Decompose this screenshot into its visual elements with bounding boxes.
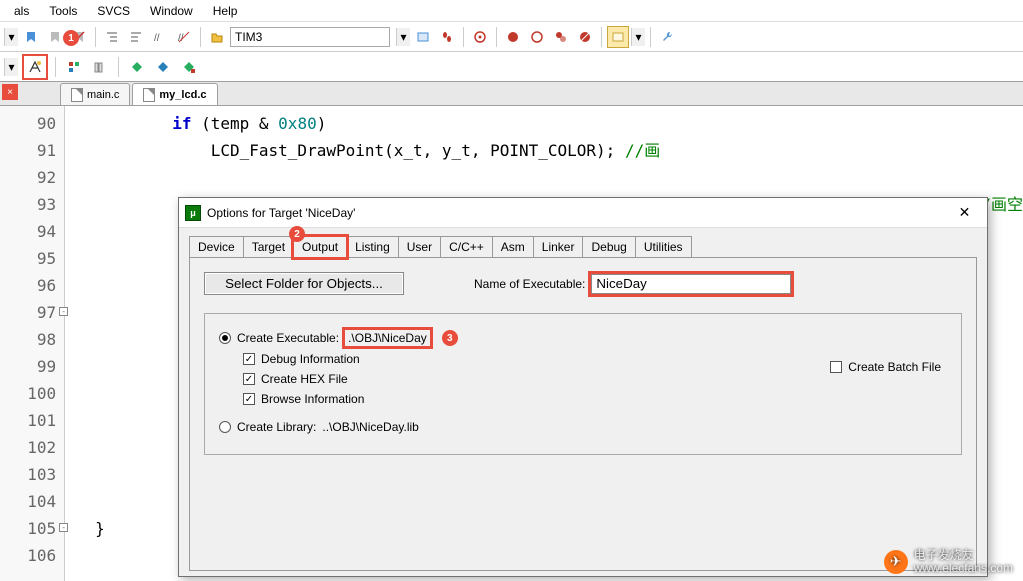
debug-icon[interactable]: [469, 26, 491, 48]
toolbar-separator: [650, 27, 651, 47]
breakpoint-icon[interactable]: [502, 26, 524, 48]
callout-2: 2: [289, 226, 305, 242]
file-tab-label: main.c: [87, 89, 119, 101]
batch-file-check[interactable]: Create Batch File: [830, 360, 941, 374]
hex-file-check[interactable]: ✓ Create HEX File: [243, 372, 947, 386]
build-toolbar: ▾: [0, 52, 1023, 82]
create-lib-path: ..\OBJ\NiceDay.lib: [322, 420, 418, 434]
dialog-tabs: Device Target 2 Output Listing User C/C+…: [189, 236, 977, 257]
checkbox-icon: [830, 361, 842, 373]
breakpoint-clear-icon[interactable]: [550, 26, 572, 48]
menu-item-svcs[interactable]: SVCS: [87, 1, 140, 21]
radio-icon: [219, 421, 231, 433]
line-gutter: 9091929394959697-9899100101102103104105-…: [0, 106, 65, 581]
name-exec-field[interactable]: [591, 274, 791, 294]
tab-utilities[interactable]: Utilities: [635, 236, 692, 257]
checkbox-icon: ✓: [243, 353, 255, 365]
dropdown-arrow-icon[interactable]: ▾: [396, 28, 410, 46]
config-icon[interactable]: [412, 26, 434, 48]
main-toolbar: ▾ 1 // // TIM3 ▾ ▾: [0, 22, 1023, 52]
menu-item-help[interactable]: Help: [203, 1, 248, 21]
create-exec-label: Create Executable:: [237, 331, 339, 345]
watermark: ✈ 电子发烧友 www.elecfans.com: [884, 549, 1013, 575]
breakpoint-kill-icon[interactable]: [574, 26, 596, 48]
create-lib-label: Create Library:: [237, 420, 316, 434]
breakpoint-disable-icon[interactable]: [526, 26, 548, 48]
radio-icon: [219, 332, 231, 344]
tab-target[interactable]: Target: [243, 236, 294, 257]
toolbar-separator: [200, 27, 201, 47]
tab-asm[interactable]: Asm: [492, 236, 534, 257]
folder-icon[interactable]: [206, 26, 228, 48]
browse-info-label: Browse Information: [261, 392, 364, 406]
file-icon: [71, 88, 83, 102]
dialog-titlebar[interactable]: μ Options for Target 'NiceDay' ✕: [179, 198, 987, 228]
dropdown-arrow-icon[interactable]: ▾: [4, 58, 18, 76]
outdent-icon[interactable]: [125, 26, 147, 48]
tab-listing[interactable]: Listing: [346, 236, 399, 257]
hex-file-label: Create HEX File: [261, 372, 348, 386]
watermark-logo-icon: ✈: [884, 550, 908, 574]
output-groupbox: Create Executable: .\OBJ\NiceDay 3 ✓ Deb…: [204, 313, 962, 455]
checkbox-icon: ✓: [243, 393, 255, 405]
file-icon: [143, 88, 155, 102]
diamond-blue-icon[interactable]: [152, 56, 174, 78]
select-folder-button[interactable]: Select Folder for Objects...: [204, 272, 404, 295]
dialog-panel: Select Folder for Objects... Name of Exe…: [189, 257, 977, 571]
tab-device[interactable]: Device: [189, 236, 244, 257]
bookmark-prev-icon[interactable]: [20, 26, 42, 48]
toolbar-separator: [496, 27, 497, 47]
file-tab-bar: × main.c my_lcd.c: [0, 82, 1023, 106]
options-target-icon[interactable]: [22, 54, 48, 80]
app-icon: μ: [185, 205, 201, 221]
watermark-brand: 电子发烧友: [914, 549, 1013, 562]
target-dropdown[interactable]: TIM3: [230, 27, 390, 47]
uncomment-icon[interactable]: //: [173, 26, 195, 48]
watermark-url: www.elecfans.com: [914, 562, 1013, 575]
diamond-multi-icon[interactable]: [178, 56, 200, 78]
toolbar-separator: [118, 57, 119, 77]
toolbar-separator: [463, 27, 464, 47]
batch-file-label: Create Batch File: [848, 360, 941, 374]
tab-cpp[interactable]: C/C++: [440, 236, 493, 257]
debug-info-label: Debug Information: [261, 352, 360, 366]
create-exec-radio[interactable]: Create Executable: .\OBJ\NiceDay 3: [219, 330, 947, 346]
callout-3: 3: [442, 330, 458, 346]
name-exec-label: Name of Executable:: [474, 277, 585, 291]
comment-icon[interactable]: //: [149, 26, 171, 48]
dropdown-arrow-icon[interactable]: ▾: [4, 28, 18, 46]
tab-linker[interactable]: Linker: [533, 236, 584, 257]
dialog-title: Options for Target 'NiceDay': [207, 206, 355, 220]
close-all-icon[interactable]: ×: [2, 84, 18, 100]
toolbar-separator: [55, 57, 56, 77]
create-exec-path: .\OBJ\NiceDay: [345, 330, 430, 346]
options-dialog: μ Options for Target 'NiceDay' ✕ Device …: [178, 197, 988, 577]
tab-debug[interactable]: Debug: [582, 236, 635, 257]
file-tab-mylcd[interactable]: my_lcd.c: [132, 83, 217, 105]
tab-user[interactable]: User: [398, 236, 441, 257]
manage-icon[interactable]: [63, 56, 85, 78]
file-tab-label: my_lcd.c: [159, 89, 206, 101]
menu-item-window[interactable]: Window: [140, 1, 203, 21]
menu-item-als[interactable]: als: [4, 1, 39, 21]
checkbox-icon: ✓: [243, 373, 255, 385]
footprints-icon[interactable]: [436, 26, 458, 48]
dropdown-arrow-icon[interactable]: ▾: [631, 28, 645, 46]
svg-text://: //: [154, 33, 160, 44]
callout-1: 1: [63, 30, 79, 46]
indent-icon[interactable]: [101, 26, 123, 48]
menu-item-tools[interactable]: Tools: [39, 1, 87, 21]
browse-info-check[interactable]: ✓ Browse Information: [243, 392, 947, 406]
wrench-icon[interactable]: [656, 26, 678, 48]
menu-bar: als Tools SVCS Window Help: [0, 0, 1023, 22]
books-icon[interactable]: [89, 56, 111, 78]
diamond-green-icon[interactable]: [126, 56, 148, 78]
window-icon[interactable]: [607, 26, 629, 48]
toolbar-separator: [95, 27, 96, 47]
toolbar-separator: [601, 27, 602, 47]
file-tab-main[interactable]: main.c: [60, 83, 130, 105]
create-lib-radio[interactable]: Create Library: ..\OBJ\NiceDay.lib: [219, 420, 947, 434]
close-icon[interactable]: ✕: [942, 198, 987, 228]
